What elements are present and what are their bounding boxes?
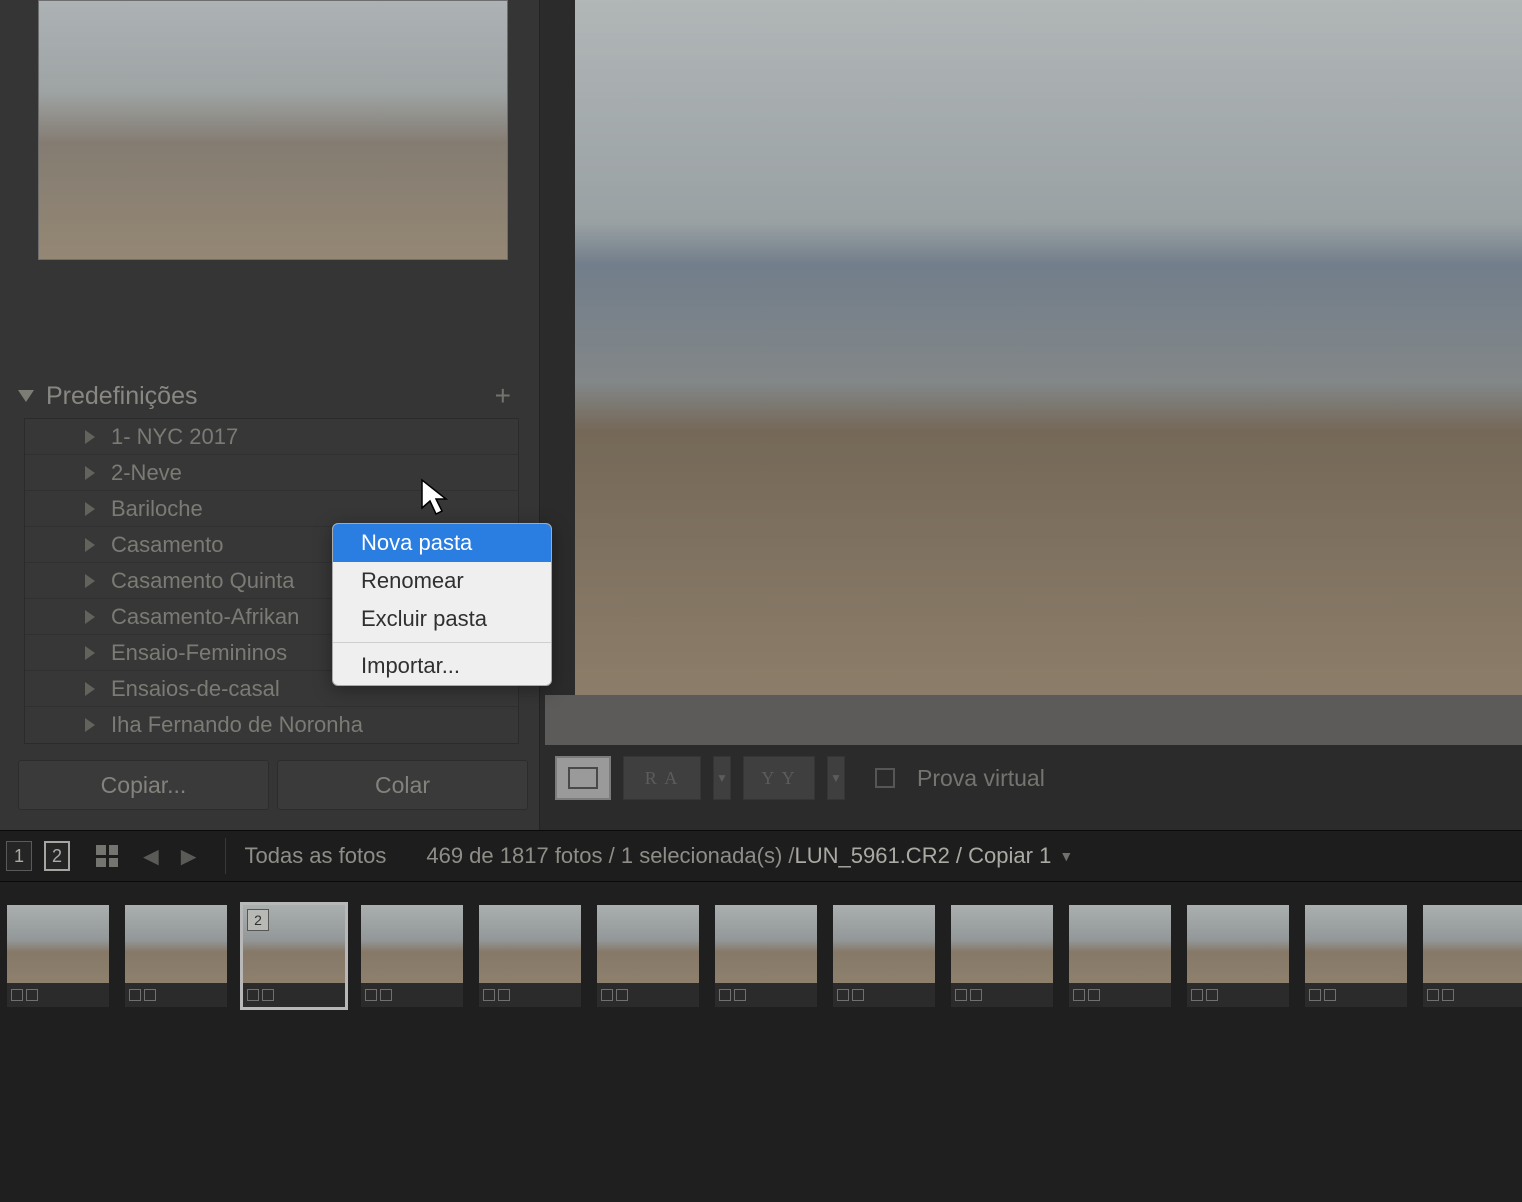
soft-proof-label: Prova virtual bbox=[917, 765, 1045, 792]
compare-ra-label: R A bbox=[645, 768, 680, 789]
filmstrip-thumb[interactable] bbox=[4, 902, 112, 1010]
menu-label: Nova pasta bbox=[361, 530, 472, 555]
filmstrip-thumb[interactable] bbox=[1184, 902, 1292, 1010]
preset-label: Ensaios-de-casal bbox=[111, 676, 280, 702]
menu-label: Importar... bbox=[361, 653, 460, 678]
preset-label: Bariloche bbox=[111, 496, 203, 522]
paste-label: Colar bbox=[375, 772, 430, 799]
separator bbox=[225, 838, 226, 874]
loupe-view-button[interactable] bbox=[555, 756, 611, 800]
source-label[interactable]: Todas as fotos bbox=[244, 843, 386, 869]
filmstrip-thumb[interactable] bbox=[476, 902, 584, 1010]
filmstrip-thumb[interactable] bbox=[1420, 902, 1522, 1010]
count-text: 469 de 1817 fotos / 1 selecionada(s) / bbox=[426, 843, 794, 869]
presets-panel-header[interactable]: Predefinições + bbox=[18, 380, 521, 412]
copy-label: Copiar... bbox=[101, 772, 187, 799]
filmstrip-thumb-selected[interactable]: 2 bbox=[240, 902, 348, 1010]
nav-back-icon[interactable]: ◄ bbox=[138, 841, 164, 872]
context-menu: Nova pasta Renomear Excluir pasta Import… bbox=[332, 523, 552, 686]
presets-title: Predefinições bbox=[46, 382, 197, 411]
paste-button[interactable]: Colar bbox=[277, 760, 528, 810]
canvas-background bbox=[545, 695, 1522, 745]
add-preset-icon[interactable]: + bbox=[495, 380, 511, 412]
preset-label: Casamento bbox=[111, 532, 224, 558]
preset-label: Casamento Quinta bbox=[111, 568, 294, 594]
menu-delete-folder[interactable]: Excluir pasta bbox=[333, 600, 551, 638]
secondary-display-2[interactable]: 2 bbox=[44, 841, 70, 871]
preset-folder[interactable]: 2-Neve bbox=[25, 455, 518, 491]
view-toolbar: R A ▼ Y Y ▼ Prova virtual bbox=[555, 756, 1045, 800]
filmstrip-thumb[interactable] bbox=[122, 902, 230, 1010]
filmstrip-thumb[interactable] bbox=[358, 902, 466, 1010]
compare-yy-button[interactable]: Y Y bbox=[743, 756, 815, 800]
filmstrip-thumb[interactable] bbox=[1302, 902, 1410, 1010]
preset-folder[interactable]: Iha Fernando de Noronha bbox=[25, 707, 518, 743]
expand-icon[interactable] bbox=[85, 502, 95, 516]
loupe-icon bbox=[568, 767, 598, 789]
secondary-display-1[interactable]: 1 bbox=[6, 841, 32, 871]
navigator-preview[interactable] bbox=[38, 0, 508, 260]
grid-view-icon[interactable] bbox=[96, 845, 118, 867]
copy-button[interactable]: Copiar... bbox=[18, 760, 269, 810]
preset-label: 1- NYC 2017 bbox=[111, 424, 238, 450]
filmstrip-thumb[interactable] bbox=[712, 902, 820, 1010]
menu-rename[interactable]: Renomear bbox=[333, 562, 551, 600]
filmstrip-thumb[interactable] bbox=[830, 902, 938, 1010]
filmstrip-thumb[interactable] bbox=[948, 902, 1056, 1010]
soft-proof-checkbox[interactable] bbox=[875, 768, 895, 788]
compare-yy-label: Y Y bbox=[761, 768, 796, 789]
expand-icon[interactable] bbox=[85, 430, 95, 444]
preset-folder[interactable]: Bariloche bbox=[25, 491, 518, 527]
menu-separator bbox=[333, 642, 551, 643]
preset-label: Ensaio-Femininos bbox=[111, 640, 287, 666]
bottom-button-row: Copiar... Colar bbox=[18, 760, 528, 810]
expand-icon[interactable] bbox=[85, 538, 95, 552]
main-photo-view[interactable] bbox=[575, 0, 1522, 695]
menu-import[interactable]: Importar... bbox=[333, 647, 551, 685]
filmstrip-thumb[interactable] bbox=[594, 902, 702, 1010]
menu-label: Renomear bbox=[361, 568, 464, 593]
filmstrip[interactable]: 2 bbox=[0, 882, 1522, 1202]
preset-folder[interactable]: 1- NYC 2017 bbox=[25, 419, 518, 455]
expand-icon[interactable] bbox=[85, 682, 95, 696]
current-file-text[interactable]: LUN_5961.CR2 / Copiar 1 bbox=[795, 843, 1052, 869]
compare-dropdown[interactable]: ▼ bbox=[713, 756, 731, 800]
expand-icon[interactable] bbox=[85, 574, 95, 588]
preset-label: Iha Fernando de Noronha bbox=[111, 712, 363, 738]
expand-icon[interactable] bbox=[85, 718, 95, 732]
nav-forward-icon[interactable]: ► bbox=[176, 841, 202, 872]
left-panel: Predefinições + 1- NYC 2017 2-Neve Baril… bbox=[0, 0, 540, 830]
filmstrip-info-bar: 1 2 ◄ ► Todas as fotos 469 de 1817 fotos… bbox=[0, 830, 1522, 882]
preset-label: Casamento-Afrikan bbox=[111, 604, 299, 630]
display-1-label: 1 bbox=[14, 846, 24, 867]
copy-count-badge: 2 bbox=[247, 909, 269, 931]
menu-new-folder[interactable]: Nova pasta bbox=[333, 524, 551, 562]
expand-icon[interactable] bbox=[85, 646, 95, 660]
expand-icon[interactable] bbox=[85, 466, 95, 480]
preset-label: 2-Neve bbox=[111, 460, 182, 486]
display-2-label: 2 bbox=[52, 846, 62, 867]
expand-icon[interactable] bbox=[85, 610, 95, 624]
compare-before-after-button[interactable]: R A bbox=[623, 756, 701, 800]
compare-yy-dropdown[interactable]: ▼ bbox=[827, 756, 845, 800]
file-dropdown-icon[interactable]: ▼ bbox=[1059, 848, 1073, 864]
filmstrip-thumb[interactable] bbox=[1066, 902, 1174, 1010]
menu-label: Excluir pasta bbox=[361, 606, 487, 631]
collapse-triangle-icon[interactable] bbox=[18, 390, 34, 402]
